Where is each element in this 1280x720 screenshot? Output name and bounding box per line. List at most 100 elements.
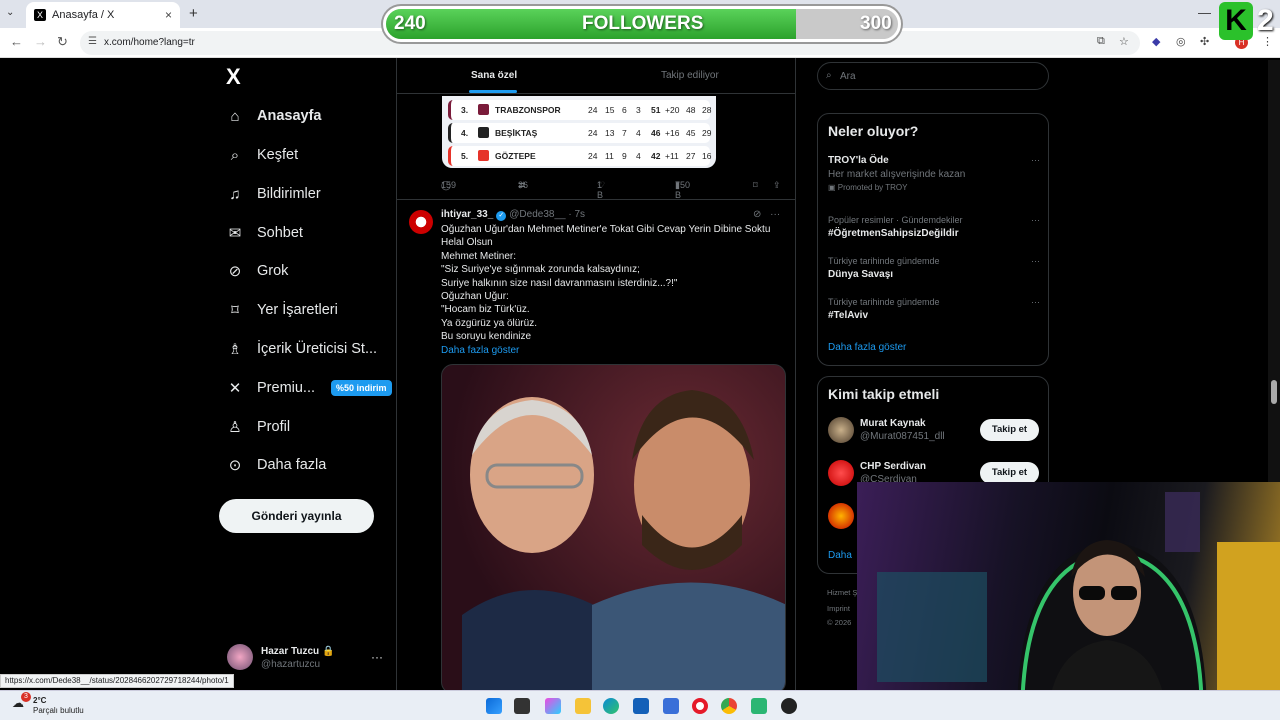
bookmark-star-icon[interactable]: ☆	[1119, 35, 1129, 48]
nav-home[interactable]: ⌂ Anasayfa	[226, 103, 321, 129]
row-cell: 16	[702, 151, 712, 161]
avatar[interactable]	[409, 210, 433, 234]
browser-tab[interactable]: X Anasayfa / X ×	[26, 2, 180, 28]
nav-creator-studio[interactable]: ♗ İçerik Üreticisi St...	[226, 336, 377, 362]
tweet-time[interactable]: · 7s	[568, 209, 585, 220]
show-more-suggestions-link[interactable]: Daha	[828, 550, 852, 561]
verified-badge-icon: ✓	[496, 211, 507, 221]
tweet-author-name[interactable]: ihtiyar_33_	[441, 209, 493, 220]
store-icon[interactable]	[633, 698, 649, 714]
nav-profile[interactable]: ♙ Profil	[226, 414, 290, 440]
forward-icon[interactable]: →	[34, 34, 47, 49]
team-crest-icon	[478, 127, 489, 138]
team-crest-icon	[478, 150, 489, 161]
tab-following[interactable]: Takip ediliyor	[661, 70, 719, 81]
extension-icon[interactable]: ◎	[1176, 35, 1186, 48]
more-dots-icon[interactable]: ···	[371, 650, 383, 664]
row-cell: +11	[665, 151, 679, 161]
share-icon[interactable]: ⇪	[773, 180, 781, 191]
team-crest-icon	[478, 104, 489, 115]
trend-context: Türkiye tarihinde gündemde	[828, 297, 940, 307]
footer-link[interactable]: Imprint	[827, 604, 850, 613]
file-explorer-icon[interactable]	[575, 698, 591, 714]
more-dots-icon[interactable]: ···	[1031, 256, 1040, 266]
trend-item[interactable]: Popüler resimler · Gündemdekiler #Öğretm…	[828, 215, 1040, 239]
post-button[interactable]: Gönderi yayınla	[219, 499, 374, 533]
x-logo-icon[interactable]: X	[226, 64, 241, 90]
address-text: x.com/home?lang=tr	[104, 37, 195, 48]
nav-explore[interactable]: ⌕ Keşfet	[226, 142, 298, 168]
nav-chat[interactable]: ✉ Sohbet	[226, 220, 303, 246]
account-name-row: Hazar Tuzcu 🔒	[261, 646, 334, 657]
row-cell: 11	[605, 151, 614, 161]
tweet-text: Oğuzhan Uğur'dan Mehmet Metiner'e Tokat …	[441, 223, 786, 357]
trend-item[interactable]: Türkiye tarihinde gündemde #TelAviv ···	[828, 297, 1040, 321]
edge-icon[interactable]	[603, 698, 619, 714]
row-points: 42	[651, 151, 661, 161]
nav-grok[interactable]: ⊘ Grok	[226, 258, 289, 284]
person-icon: ♙	[228, 419, 242, 436]
row-team: GÖZTEPE	[495, 151, 536, 161]
followers-current: 240	[394, 13, 426, 34]
site-info-icon[interactable]: ☰	[88, 36, 97, 47]
account-switcher[interactable]: Hazar Tuzcu 🔒 @hazartuzcu ···	[227, 644, 387, 672]
obs-icon[interactable]	[781, 698, 797, 714]
search-placeholder: Ara	[840, 71, 856, 82]
like-count: 1 B	[597, 180, 604, 200]
new-tab-icon[interactable]: +	[189, 5, 198, 22]
suggestion-name: Murat Kaynak	[860, 418, 926, 429]
nav-label: Keşfet	[257, 147, 299, 163]
row-cell: 27	[686, 151, 696, 161]
bookmark-icon[interactable]: ⌑	[753, 180, 758, 191]
copilot-icon[interactable]	[545, 698, 561, 714]
trend-item[interactable]: Türkiye tarihinde gündemde Dünya Savaşı …	[828, 256, 1040, 280]
search-input[interactable]: ⌕ Ara	[817, 62, 1049, 90]
more-dots-icon[interactable]: ···	[1031, 215, 1040, 225]
extensions-puzzle-icon[interactable]: ✣	[1200, 35, 1209, 48]
grok-icon[interactable]: ⊘	[753, 209, 761, 220]
follow-button[interactable]: Takip et	[980, 419, 1039, 441]
repost-count: 36	[518, 180, 529, 190]
tab-close-icon[interactable]: ×	[165, 8, 172, 22]
k-logo: K	[1219, 2, 1253, 40]
back-icon[interactable]: ←	[10, 34, 23, 49]
standings-table-image[interactable]: 3. TRABZONSPOR 24 15 6 3 51 +20 48 28 4.…	[442, 96, 716, 168]
nav-bookmarks[interactable]: ⌑ Yer İşaretleri	[226, 297, 338, 323]
nav-more[interactable]: ⊙ Daha fazla	[226, 452, 327, 478]
nav-premium[interactable]: ✕ Premiu... %50 indirim	[226, 375, 392, 401]
creator-icon: ♗	[228, 341, 242, 358]
avatar	[828, 460, 854, 486]
more-dots-icon[interactable]: ···	[770, 209, 780, 220]
tweet-photo[interactable]	[441, 364, 786, 690]
tab-search-icon[interactable]: ⌄	[6, 7, 14, 18]
suggestion-handle: @Murat087451_dll	[860, 431, 945, 442]
task-view-icon[interactable]	[514, 698, 530, 714]
app-icon[interactable]	[751, 698, 767, 714]
follow-suggestion[interactable]: Murat Kaynak @Murat087451_dll Takip et	[828, 417, 1040, 447]
promoted-text: Promoted by TROY	[837, 183, 908, 192]
scrollbar-thumb[interactable]	[1271, 380, 1277, 404]
search-icon: ⌕	[826, 70, 832, 81]
start-menu-icon[interactable]	[486, 698, 502, 714]
row-cell: 29	[702, 128, 712, 138]
trend-item[interactable]: TROY'la Öde Her market alışverişinde kaz…	[828, 155, 1040, 192]
minimize-icon[interactable]: —	[1198, 5, 1211, 20]
chrome-icon[interactable]	[721, 698, 737, 714]
tweet-author-handle[interactable]: @Dede38__	[509, 209, 565, 220]
reload-icon[interactable]: ↻	[57, 34, 68, 50]
extension-icon[interactable]: ◆	[1152, 35, 1160, 48]
row-cell: 9	[622, 151, 627, 161]
install-icon[interactable]: ⧉	[1097, 35, 1105, 48]
app-icon[interactable]	[663, 698, 679, 714]
show-more-trends-link[interactable]: Daha fazla göster	[828, 342, 906, 353]
footer-link[interactable]: Hizmet Ş	[827, 588, 857, 597]
more-dots-icon[interactable]: ···	[1031, 155, 1040, 165]
opera-icon[interactable]	[692, 698, 708, 714]
row-cell: 3	[636, 105, 641, 115]
tab-for-you[interactable]: Sana özel	[471, 70, 517, 81]
show-more-link[interactable]: Daha fazla göster	[441, 344, 786, 357]
more-dots-icon[interactable]: ···	[1031, 297, 1040, 307]
follow-button[interactable]: Takip et	[980, 462, 1039, 484]
feed-tab-bar: Sana özel Takip ediliyor	[397, 58, 795, 94]
nav-notifications[interactable]: ♫ Bildirimler	[226, 181, 320, 207]
